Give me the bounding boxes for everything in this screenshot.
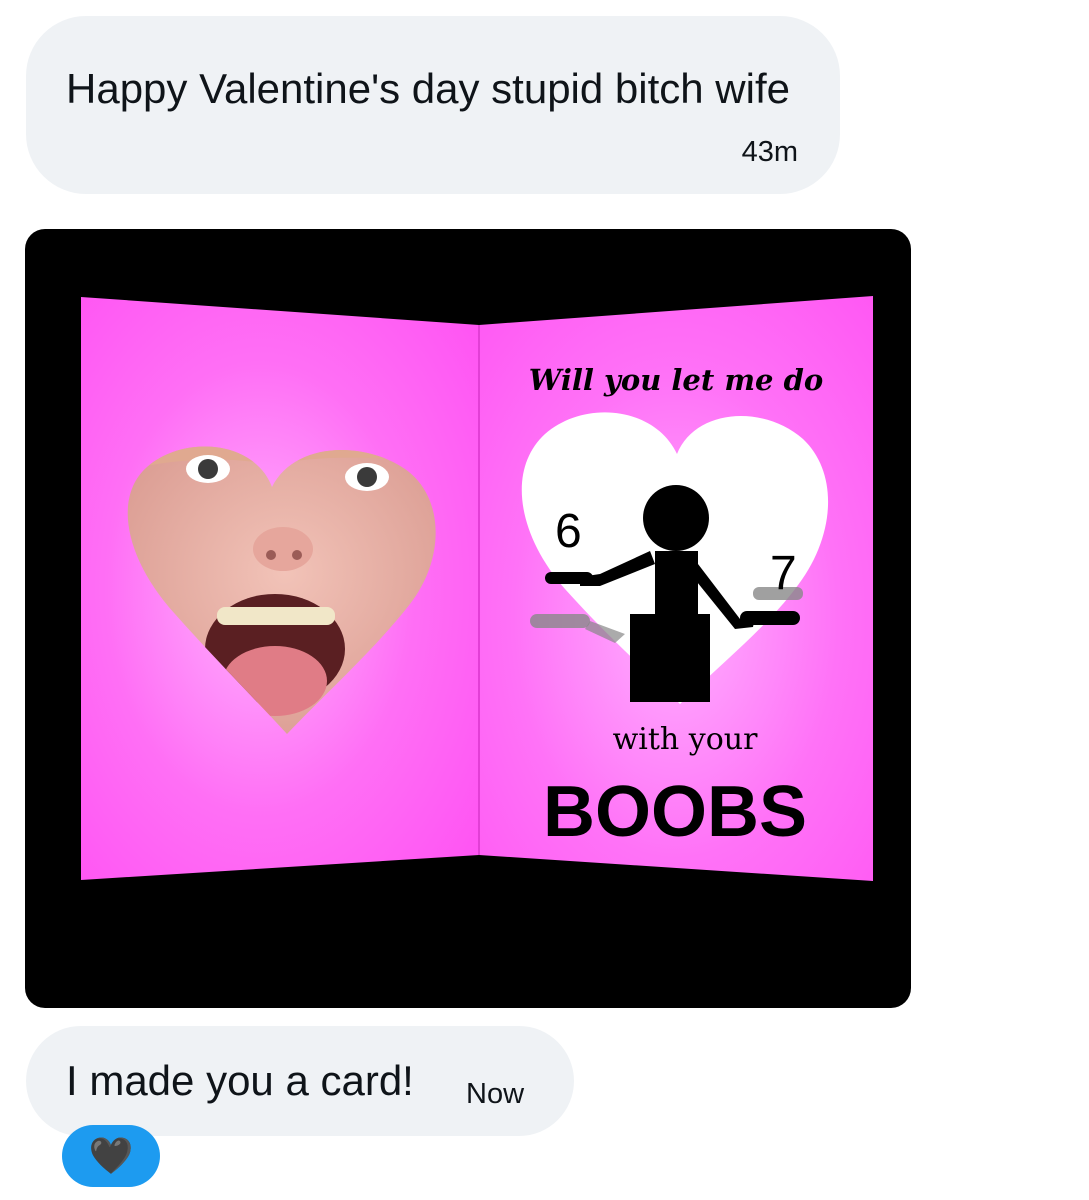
black-heart-icon: 🖤 <box>88 1135 134 1176</box>
card-number-right: 7 <box>770 547 797 600</box>
reaction-badge[interactable]: 🖤 <box>62 1125 160 1187</box>
message-bubble[interactable]: I made you a card! Now <box>26 1026 574 1136</box>
card-line-1: Will you let me do <box>529 363 823 397</box>
message-text: Happy Valentine's day stupid bitch wife <box>66 65 790 112</box>
valentine-card-image: 6 7 Will you let me do with your BOOBS <box>81 296 873 881</box>
message-text: I made you a card! <box>66 1057 414 1104</box>
card-number-left: 6 <box>555 505 582 558</box>
shared-image[interactable]: 6 7 Will you let me do with your BOOBS <box>25 229 911 1008</box>
card-line-3: BOOBS <box>543 772 807 852</box>
message-bubble[interactable]: Happy Valentine's day stupid bitch wife … <box>26 16 840 194</box>
message-timestamp: 43m <box>741 136 798 168</box>
message-timestamp: Now <box>466 1078 525 1110</box>
card-line-2: with your <box>613 722 759 757</box>
